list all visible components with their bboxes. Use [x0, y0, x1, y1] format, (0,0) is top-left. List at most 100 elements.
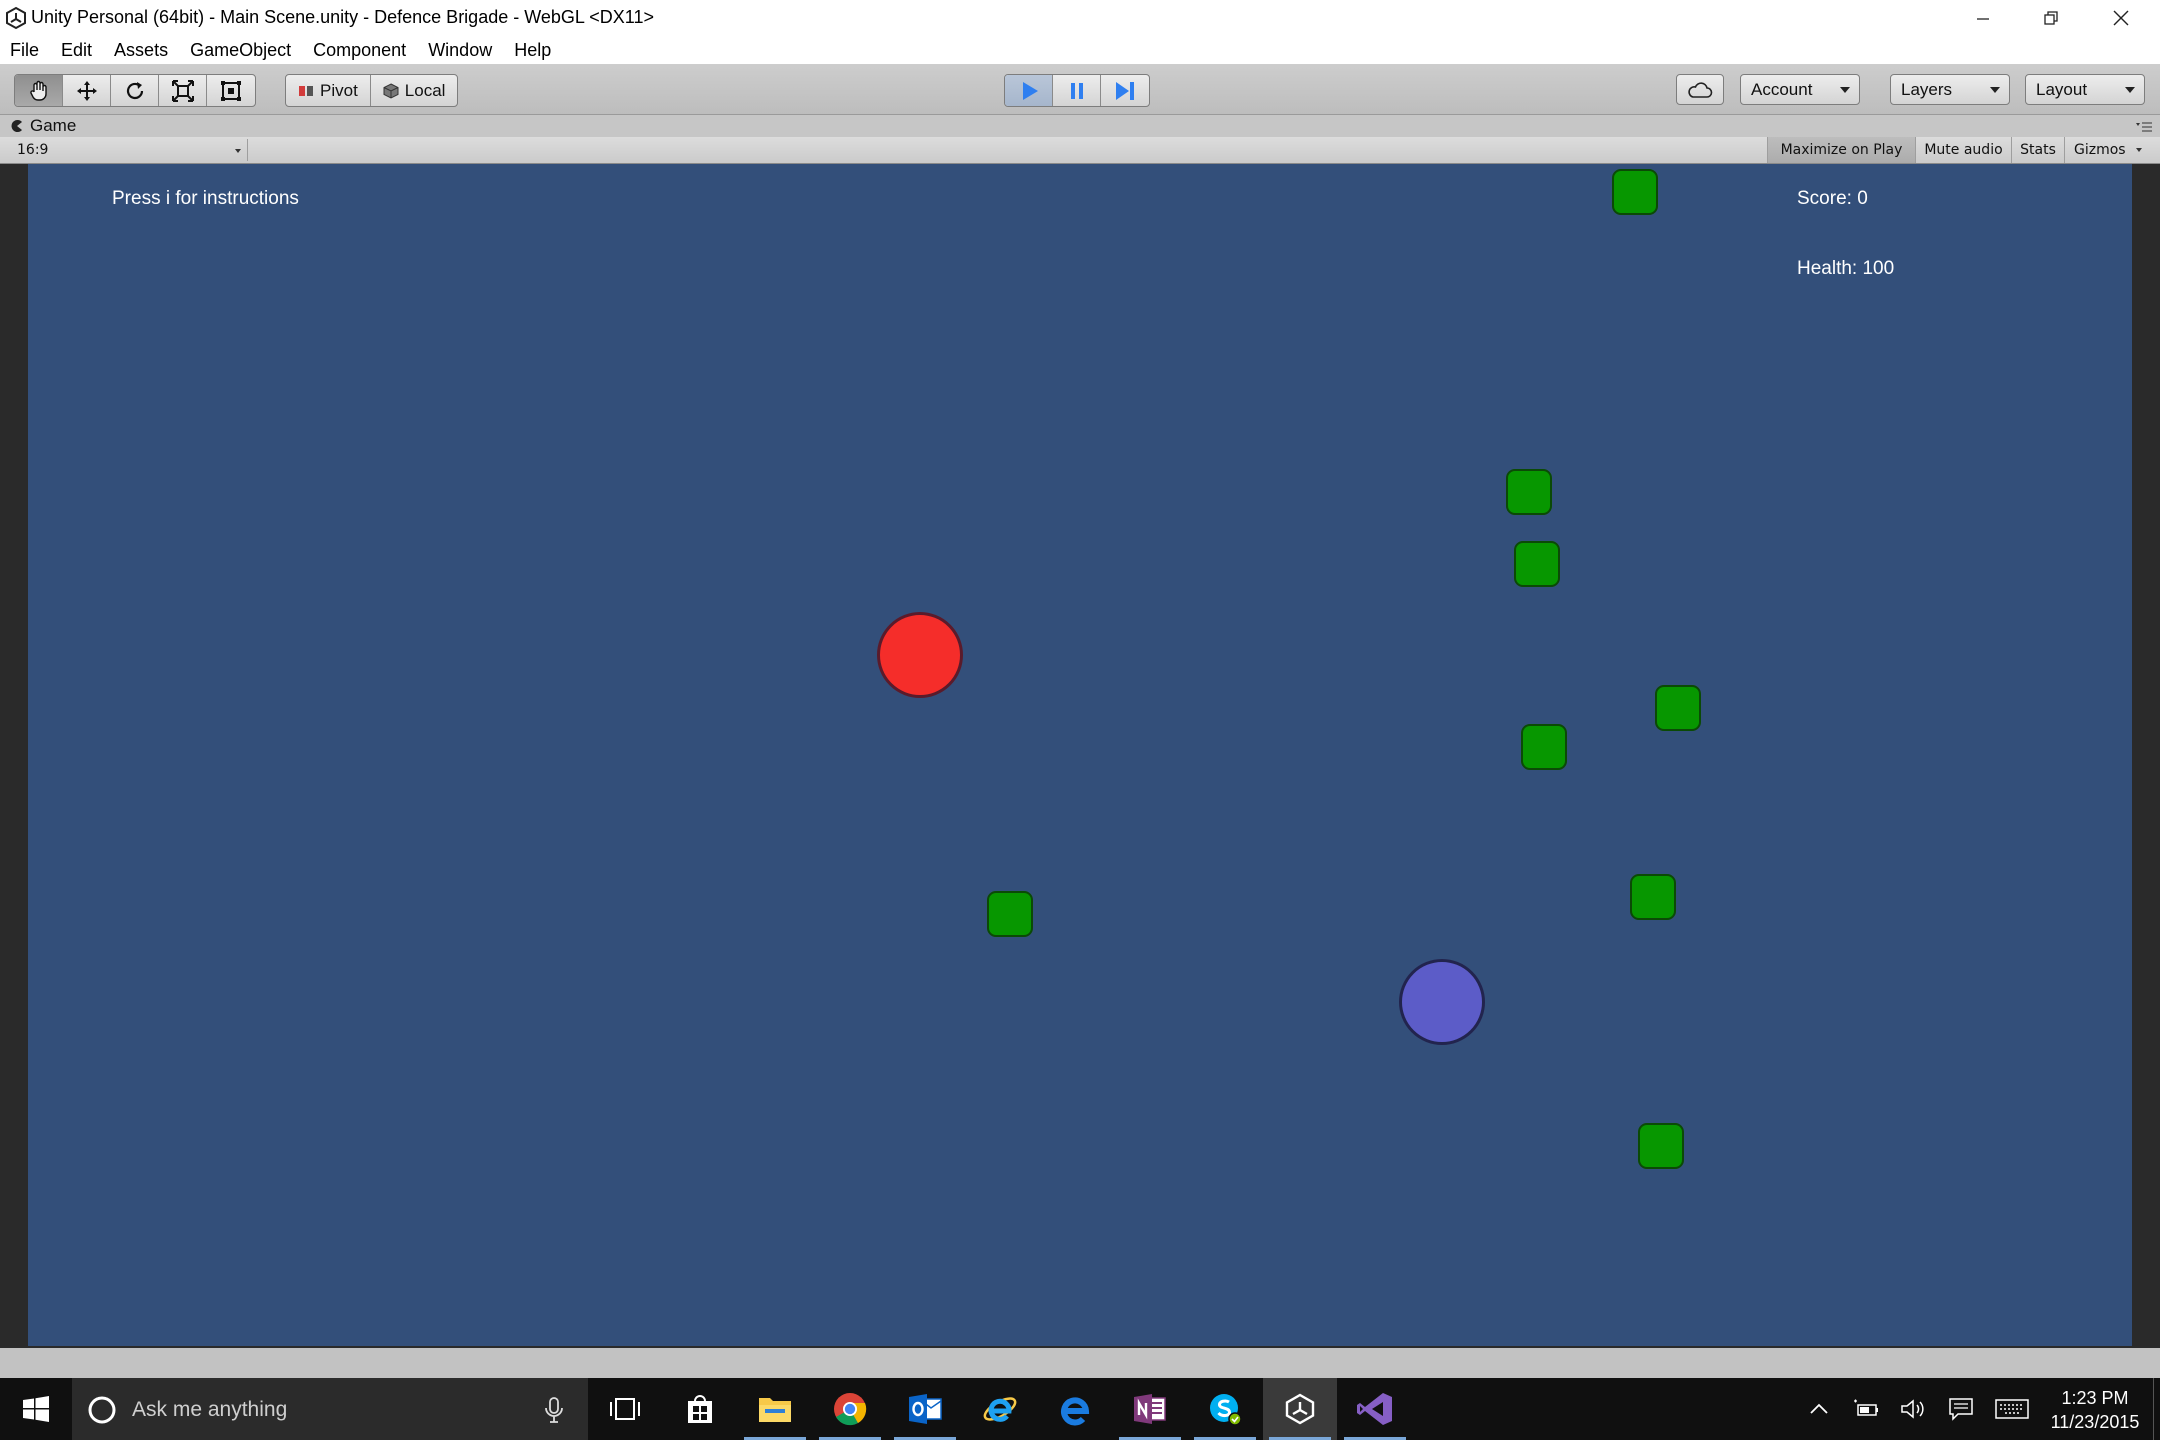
title-bar: Unity Personal (64bit) - Main Scene.unit…	[0, 0, 2160, 36]
show-hidden-icons-button[interactable]	[1806, 1396, 1832, 1422]
tray-battery[interactable]	[1853, 1396, 1879, 1422]
skype-icon	[1210, 1394, 1242, 1426]
tray-touch-keyboard[interactable]	[1994, 1396, 2030, 1422]
layout-label: Layout	[2036, 79, 2088, 99]
enemy-square	[1506, 469, 1552, 515]
menu-gameobject[interactable]: GameObject	[179, 40, 302, 61]
playback-controls	[1004, 74, 1150, 107]
mute-audio-label: Mute audio	[1924, 142, 2003, 158]
pacman-icon	[11, 120, 22, 132]
tray-volume[interactable]	[1900, 1396, 1926, 1422]
rect-tool-button[interactable]	[207, 75, 255, 106]
layers-label: Layers	[1901, 79, 1953, 99]
minimize-button[interactable]	[1950, 0, 2016, 36]
pause-button[interactable]	[1053, 75, 1101, 106]
cube-icon	[383, 82, 399, 99]
rect-tool-icon	[221, 80, 241, 101]
show-desktop-button[interactable]	[2153, 1378, 2160, 1440]
health-text: Health: 100	[1797, 258, 1895, 279]
taskbar-chrome[interactable]	[813, 1378, 887, 1440]
taskbar-visual-studio[interactable]	[1338, 1378, 1412, 1440]
taskbar-unity[interactable]	[1263, 1378, 1337, 1440]
chevron-up-icon	[1810, 1403, 1828, 1414]
menu-component[interactable]: Component	[302, 40, 417, 61]
menu-window[interactable]: Window	[417, 40, 503, 61]
microphone-icon[interactable]	[544, 1396, 564, 1424]
tray-action-center[interactable]	[1948, 1396, 1974, 1422]
layout-dropdown[interactable]: Layout	[2025, 74, 2145, 105]
taskbar-clock[interactable]: 1:23 PM 11/23/2015	[2040, 1386, 2150, 1434]
enemy-square	[1655, 685, 1701, 731]
enemy-square	[1638, 1123, 1684, 1169]
menu-edit[interactable]: Edit	[50, 40, 103, 61]
maximize-on-play-toggle[interactable]: Maximize on Play	[1767, 137, 1915, 163]
red-player-ball	[877, 612, 963, 698]
tab-game[interactable]: Game	[10, 115, 76, 137]
dropdown-arrow-icon	[2136, 148, 2142, 152]
taskbar-internet-explorer[interactable]	[963, 1378, 1037, 1440]
menu-help[interactable]: Help	[503, 40, 562, 61]
layers-dropdown[interactable]: Layers	[1890, 74, 2010, 105]
account-dropdown[interactable]: Account	[1740, 74, 1860, 105]
rotate-tool-button[interactable]	[111, 75, 159, 106]
game-view-toolbar: 16:9 Maximize on Play Mute audio Stats G…	[0, 137, 2160, 164]
clock-time: 1:23 PM	[2061, 1388, 2129, 1408]
gizmos-label: Gizmos	[2074, 142, 2126, 158]
mute-audio-toggle[interactable]: Mute audio	[1915, 137, 2011, 163]
visual-studio-icon	[1357, 1393, 1392, 1425]
enemy-square	[987, 891, 1033, 937]
taskbar: Ask me anything 1:23 PM 11/23/2015	[0, 1378, 2160, 1440]
tab-game-label: Game	[30, 116, 77, 135]
task-view-button[interactable]	[588, 1378, 662, 1440]
dropdown-arrow-icon	[1990, 87, 2000, 93]
aspect-ratio-dropdown[interactable]: 16:9	[8, 139, 248, 161]
maximize-on-play-label: Maximize on Play	[1780, 142, 1903, 158]
cloud-button[interactable]	[1676, 74, 1724, 105]
restore-icon	[2044, 11, 2058, 25]
restore-button[interactable]	[2018, 0, 2084, 36]
local-label: Local	[404, 80, 446, 100]
taskbar-edge[interactable]	[1038, 1378, 1112, 1440]
close-button[interactable]	[2088, 0, 2154, 36]
taskbar-store[interactable]	[663, 1378, 737, 1440]
taskbar-onenote[interactable]	[1113, 1378, 1187, 1440]
stats-toggle[interactable]: Stats	[2011, 137, 2064, 163]
window-title: Unity Personal (64bit) - Main Scene.unit…	[31, 7, 654, 27]
start-button[interactable]	[0, 1378, 72, 1440]
toolbar: Pivot Local Account Layers Layout	[0, 64, 2160, 115]
taskbar-outlook[interactable]	[888, 1378, 962, 1440]
cortana-icon	[88, 1396, 116, 1424]
keyboard-icon	[1995, 1399, 2029, 1419]
score-text: Score: 0	[1797, 188, 1868, 209]
panel-menu-icon[interactable]	[2136, 121, 2152, 133]
menu-file[interactable]: File	[0, 40, 50, 61]
aspect-ratio-label: 16:9	[17, 142, 49, 158]
transform-tools	[14, 74, 256, 107]
move-tool-button[interactable]	[63, 75, 111, 106]
taskbar-skype[interactable]	[1188, 1378, 1262, 1440]
taskbar-file-explorer[interactable]	[738, 1378, 812, 1440]
pivot-toggle[interactable]: Pivot	[286, 75, 371, 106]
enemy-square	[1521, 724, 1567, 770]
cortana-search-box[interactable]: Ask me anything	[72, 1378, 588, 1440]
instructions-text: Press i for instructions	[112, 188, 299, 209]
game-scene[interactable]: Press i for instructions Score: 0 Health…	[28, 164, 2132, 1346]
outlook-icon	[909, 1394, 942, 1424]
play-button[interactable]	[1005, 75, 1053, 106]
close-icon	[2113, 10, 2129, 26]
game-view: Press i for instructions Score: 0 Health…	[0, 164, 2160, 1348]
hand-tool-button[interactable]	[15, 75, 63, 106]
dropdown-arrow-icon	[1840, 87, 1850, 93]
menu-assets[interactable]: Assets	[103, 40, 179, 61]
local-toggle[interactable]: Local	[371, 75, 458, 106]
step-icon	[1116, 81, 1134, 100]
pivot-label: Pivot	[320, 80, 358, 100]
unity-logo-icon	[6, 6, 26, 30]
internet-explorer-icon	[983, 1397, 1017, 1422]
scale-icon	[171, 79, 194, 102]
rotate-icon	[126, 81, 143, 99]
pivot-icon	[299, 85, 313, 96]
step-button[interactable]	[1101, 75, 1149, 106]
scale-tool-button[interactable]	[159, 75, 207, 106]
gizmos-dropdown[interactable]: Gizmos	[2064, 137, 2146, 163]
